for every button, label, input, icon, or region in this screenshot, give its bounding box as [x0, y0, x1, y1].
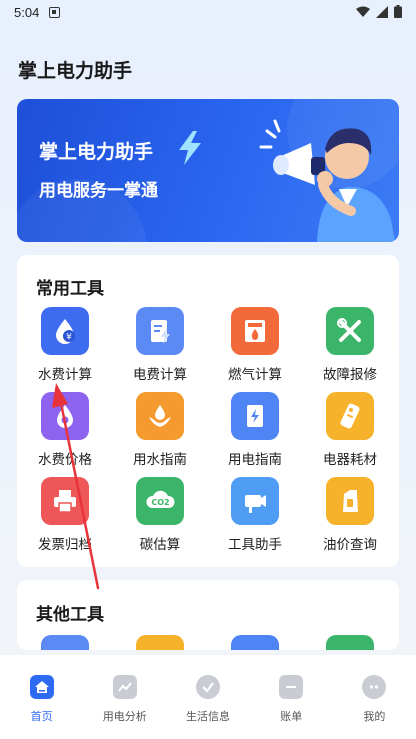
check-circle-icon [196, 675, 220, 699]
other-tool-icon[interactable] [41, 635, 89, 650]
svg-text:¥: ¥ [66, 333, 72, 343]
chart-icon [112, 675, 137, 699]
other-tool-icon[interactable] [231, 635, 279, 650]
printer-icon [41, 477, 89, 525]
tool-tool-assistant[interactable]: 工具助手 [211, 477, 299, 553]
tab-power-analysis[interactable]: 用电分析 [83, 655, 166, 739]
oil-can-icon [326, 477, 374, 525]
tool-label: 电器耗材 [323, 452, 377, 468]
tab-label: 用电分析 [102, 710, 147, 723]
other-tools-card: 其他工具 [17, 580, 399, 650]
tool-appliance-supplies[interactable]: 电器耗材 [306, 392, 394, 468]
tool-water-fee-calc[interactable]: ¥ 水费计算 [21, 307, 109, 383]
tool-label: 发票归档 [38, 537, 92, 553]
tab-label: 账单 [280, 710, 303, 723]
banner-subtitle: 用电服务一掌通 [39, 181, 158, 201]
home-icon [29, 675, 54, 699]
signal-icon [376, 5, 388, 18]
other-tool-icon[interactable] [136, 635, 184, 650]
other-tool-icon[interactable] [326, 635, 374, 650]
tool-gas-calc[interactable]: 燃气计算 [211, 307, 299, 383]
tool-label: 油价查询 [323, 537, 377, 553]
tab-label: 我的 [363, 710, 386, 723]
tool-label: 工具助手 [228, 537, 282, 553]
tool-water-guide[interactable]: 用水指南 [116, 392, 204, 468]
tool-label: 碳估算 [139, 537, 181, 553]
tool-label: 电费计算 [133, 367, 187, 383]
tool-label: 用水指南 [133, 452, 187, 468]
remote-battery-icon [326, 392, 374, 440]
page-title: 掌上电力助手 [18, 60, 133, 82]
megaphone-person-illustration [259, 119, 395, 242]
repair-tools-icon [326, 307, 374, 355]
promo-banner[interactable]: 掌上电力助手 用电服务一掌通 [17, 99, 399, 242]
tool-label: 燃气计算 [228, 367, 282, 383]
tab-life-info[interactable]: 生活信息 [166, 655, 249, 739]
status-indicators [356, 5, 402, 18]
tool-power-guide[interactable]: 用电指南 [211, 392, 299, 468]
tab-mine[interactable]: 我的 [333, 655, 416, 739]
common-tools-title: 常用工具 [36, 279, 104, 299]
bottom-tab-bar: 首页 用电分析 生活信息 账单 我的 [0, 655, 416, 739]
tab-label: 生活信息 [186, 710, 230, 723]
tool-label: 故障报修 [323, 367, 377, 383]
bill-bolt-icon [136, 307, 184, 355]
water-price-icon [41, 392, 89, 440]
common-tools-card: 常用工具 ¥ 水费计算 电费计算 燃气计算 故障报修 水费价格 用水指南 用电指… [17, 255, 399, 567]
tool-water-price[interactable]: 水费价格 [21, 392, 109, 468]
bill-icon [279, 675, 304, 699]
tool-invoice-archive[interactable]: 发票归档 [21, 477, 109, 553]
lightning-icon [179, 131, 201, 165]
wifi-icon [356, 6, 370, 17]
power-guide-icon [231, 392, 279, 440]
banner-title: 掌上电力助手 [39, 141, 154, 163]
status-time: 5:04 [14, 4, 40, 20]
tab-bill[interactable]: 账单 [250, 655, 333, 739]
tool-electricity-fee-calc[interactable]: 电费计算 [116, 307, 204, 383]
tool-carbon-estimate[interactable]: CO2 碳估算 [116, 477, 204, 553]
water-hands-icon [136, 392, 184, 440]
co2-cloud-icon: CO2 [136, 477, 184, 525]
notification-icon [49, 6, 61, 18]
tool-oil-price[interactable]: 油价查询 [306, 477, 394, 553]
gas-meter-icon [231, 307, 279, 355]
tool-fault-repair[interactable]: 故障报修 [306, 307, 394, 383]
other-tools-title: 其他工具 [36, 605, 104, 625]
tool-label: 水费价格 [38, 452, 92, 468]
tab-home[interactable]: 首页 [0, 655, 83, 739]
battery-icon [394, 5, 402, 18]
tool-label: 水费计算 [38, 367, 92, 383]
status-bar: 5:04 [0, 0, 416, 24]
tab-label: 首页 [30, 710, 53, 723]
profile-icon [362, 675, 387, 699]
tool-label: 用电指南 [228, 452, 282, 468]
camera-tool-icon [231, 477, 279, 525]
svg-text:CO2: CO2 [151, 498, 169, 507]
water-drop-yen-icon: ¥ [41, 307, 89, 355]
